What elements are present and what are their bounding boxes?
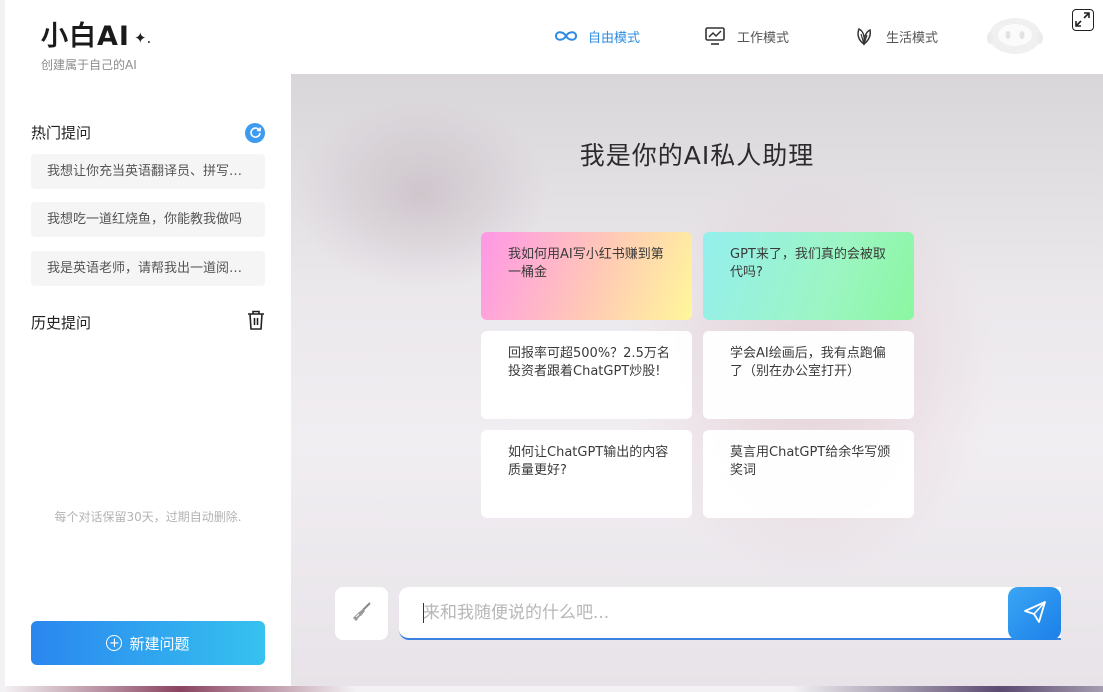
leaf-icon [851, 26, 877, 46]
sidebar: 热门提问 我想让你充当英语翻译员、拼写纠正员和改进员 我想吃一道红烧鱼，你能教我… [5, 74, 291, 686]
hot-prompt-item[interactable]: 我是英语老师，请帮我出一道阅读理解题 [31, 251, 265, 286]
suggestion-card[interactable]: 如何让ChatGPT输出的内容质量更好? [481, 430, 692, 518]
infinity-icon [553, 26, 579, 46]
text-caret [423, 603, 424, 623]
mode-free-label: 自由模式 [588, 30, 641, 46]
brand-title: 小白AI [41, 21, 130, 52]
clear-chat-button[interactable] [335, 587, 388, 640]
trash-icon[interactable] [247, 310, 265, 334]
top-header: 小白AI ✦. 创建属于自己的AI 自由模式 工作模式 生活模式 [5, 0, 1103, 74]
plus-circle-icon: + [106, 635, 123, 651]
mode-life-tab[interactable]: 生活模式 [851, 24, 938, 48]
suggestion-card[interactable]: GPT来了，我们真的会被取代吗? [703, 232, 914, 320]
retention-note: 每个对话保留30天，过期自动删除. [54, 510, 242, 524]
hot-prompt-item[interactable]: 我想让你充当英语翻译员、拼写纠正员和改进员 [31, 154, 265, 189]
mode-switcher: 自由模式 工作模式 生活模式 [553, 24, 1000, 48]
app-root: 小白AI ✦. 创建属于自己的AI 自由模式 工作模式 生活模式 热门提问 我想… [0, 0, 1103, 692]
history-title: 历史提问 [31, 313, 92, 332]
suggestion-card[interactable]: 我如何用AI写小红书赚到第一桶金 [481, 232, 692, 320]
assistant-headline: 我是你的AI私人助理 [579, 141, 815, 170]
robot-mascot-icon [987, 12, 1043, 56]
suggestion-card[interactable]: 学会AI绘画后，我有点跑偏了（别在办公室打开） [703, 331, 914, 419]
new-question-button[interactable]: + 新建问题 [31, 621, 265, 665]
mode-life-label: 生活模式 [886, 30, 939, 46]
refresh-icon[interactable] [245, 122, 265, 143]
new-question-label: 新建问题 [129, 634, 190, 653]
monitor-chart-icon [702, 26, 728, 46]
suggestion-card[interactable]: 回报率可超500%？2.5万名投资者跟着ChatGPT炒股! [481, 331, 692, 419]
paper-plane-icon [1022, 599, 1048, 629]
hot-prompts-header: 热门提问 [31, 122, 265, 143]
mode-work-tab[interactable]: 工作模式 [702, 24, 789, 48]
broom-icon [350, 600, 374, 628]
chat-main: 我是你的AI私人助理 我如何用AI写小红书赚到第一桶金 GPT来了，我们真的会被… [291, 74, 1103, 686]
hot-prompt-item[interactable]: 我想吃一道红烧鱼，你能教我做吗 [31, 202, 265, 237]
fullscreen-icon[interactable] [1072, 9, 1094, 31]
message-input-wrapper [399, 587, 1061, 640]
mode-work-label: 工作模式 [737, 30, 790, 46]
brand: 小白AI ✦. 创建属于自己的AI [41, 14, 151, 73]
brand-subtitle: 创建属于自己的AI [41, 58, 137, 72]
mode-free-tab[interactable]: 自由模式 [553, 24, 640, 48]
hot-prompts-title: 热门提问 [31, 124, 92, 142]
sparkle-icon: ✦. [133, 29, 152, 47]
suggestion-card[interactable]: 莫言用ChatGPT给余华写颁奖词 [703, 430, 914, 518]
message-input[interactable] [399, 587, 999, 638]
history-header: 历史提问 [31, 310, 265, 334]
send-button[interactable] [1008, 587, 1061, 640]
